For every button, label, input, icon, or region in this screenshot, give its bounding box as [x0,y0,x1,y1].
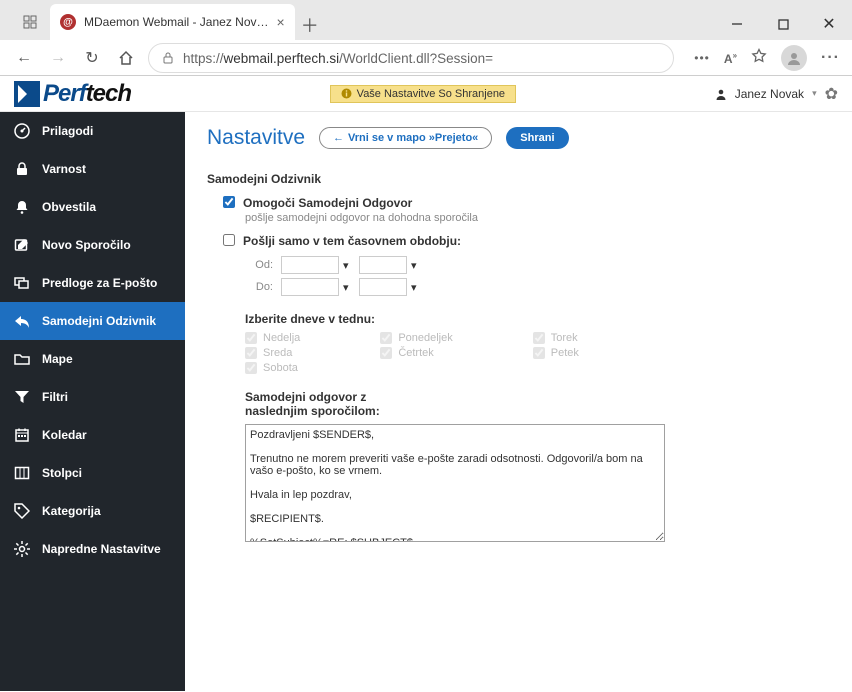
enable-hint: pošlje samodejni odgovor na dohodna spor… [245,212,830,224]
autoresponder-message-textarea[interactable] [245,424,665,542]
sidebar-item-prilagodi[interactable]: Prilagodi [0,112,185,150]
window-maximize-button[interactable] [760,8,806,40]
favicon-icon: @ [60,14,76,30]
message-label: Samodejni odgovor z naslednjim sporočilo… [245,390,425,418]
from-date-input[interactable] [281,256,339,274]
from-label: Od: [245,259,273,271]
dashboard-icon [14,123,30,139]
to-time-dropdown-icon[interactable]: ▾ [411,281,423,294]
back-to-inbox-button[interactable]: ← Vrni se v mapo »Prejeto« [319,127,492,149]
profile-avatar-icon[interactable] [781,45,807,71]
app-logo[interactable]: Perftech [14,80,131,108]
user-name-label[interactable]: Janez Novak [735,87,804,101]
logo-icon [14,81,40,107]
templates-icon [14,275,30,291]
arrow-left-icon: ← [333,132,344,144]
browser-menu-icon[interactable]: ··· [821,49,840,67]
day-fri-checkbox[interactable]: Petek [533,347,579,359]
day-tue-checkbox[interactable]: Torek [533,332,579,344]
window-close-button[interactable]: ✕ [806,8,852,40]
sidebar-item-predloge[interactable]: Predloge za E-pošto [0,264,185,302]
page-title: Nastavitve [207,126,305,150]
browser-tab[interactable]: @ MDaemon Webmail - Janez Nov… × [50,4,295,40]
to-time-input[interactable] [359,278,407,296]
settings-saved-notice: Vaše Nastavitve So Shranjene [330,85,516,103]
sidebar-item-koledar[interactable]: Koledar [0,416,185,454]
user-menu-caret[interactable]: ▾ [812,88,817,99]
settings-gear-icon[interactable]: ✿ [825,84,838,104]
sidebar-item-mape[interactable]: Mape [0,340,185,378]
from-time-dropdown-icon[interactable]: ▾ [411,259,423,272]
read-aloud-icon[interactable]: A» [724,51,737,66]
sidebar: Prilagodi Varnost Obvestila Novo Sporoči… [0,76,185,691]
sidebar-item-stolpci[interactable]: Stolpci [0,454,185,492]
time-range-checkbox[interactable]: Pošlji samo v tem časovnem obdobju: [223,234,830,248]
days-label: Izberite dneve v tednu: [245,312,830,326]
url-bar[interactable]: https://webmail.perftech.si/WorldClient.… [148,43,674,73]
nav-home-button[interactable] [114,46,138,70]
bell-icon [14,199,30,215]
more-options-icon[interactable]: ••• [694,51,710,65]
sidebar-item-napredne[interactable]: Napredne Nastavitve [0,530,185,568]
day-sun-checkbox[interactable]: Nedelja [245,332,300,344]
url-text: https://webmail.perftech.si/WorldClient.… [183,51,493,66]
save-button[interactable]: Shrani [506,127,568,149]
favorites-icon[interactable] [751,48,767,69]
calendar-icon [14,427,30,443]
tab-title: MDaemon Webmail - Janez Nov… [84,15,269,29]
enable-autoresponder-checkbox[interactable]: Omogoči Samodejni Odgovor [223,196,830,210]
compose-icon [14,237,30,253]
day-wed-checkbox[interactable]: Sreda [245,347,300,359]
new-tab-button[interactable]: ＋ [295,10,325,40]
columns-icon [14,465,30,481]
to-date-dropdown-icon[interactable]: ▾ [343,281,355,294]
sidebar-item-kategorija[interactable]: Kategorija [0,492,185,530]
day-sat-checkbox[interactable]: Sobota [245,362,300,374]
day-thu-checkbox[interactable]: Četrtek [380,347,452,359]
user-icon [715,88,727,100]
section-title: Samodejni Odzivnik [207,172,830,186]
advanced-icon [14,541,30,557]
folder-icon [14,351,30,367]
sidebar-item-obvestila[interactable]: Obvestila [0,188,185,226]
from-date-dropdown-icon[interactable]: ▾ [343,259,355,272]
filter-icon [14,389,30,405]
to-label: Do: [245,281,273,293]
window-minimize-button[interactable] [714,8,760,40]
tab-close-button[interactable]: × [277,14,285,30]
from-time-input[interactable] [359,256,407,274]
sidebar-item-novo-sporocilo[interactable]: Novo Sporočilo [0,226,185,264]
nav-forward-button: → [46,46,70,70]
tab-list-button[interactable] [10,4,50,40]
lock-icon [14,161,30,177]
nav-back-button[interactable]: ← [12,46,36,70]
sidebar-item-varnost[interactable]: Varnost [0,150,185,188]
lock-icon [161,51,175,65]
sidebar-item-filtri[interactable]: Filtri [0,378,185,416]
sidebar-item-samodejni-odzivnik[interactable]: Samodejni Odzivnik [0,302,185,340]
info-icon [341,88,352,99]
nav-refresh-button[interactable]: ↻ [80,46,104,70]
to-date-input[interactable] [281,278,339,296]
day-mon-checkbox[interactable]: Ponedeljek [380,332,452,344]
tag-icon [14,503,30,519]
reply-icon [14,313,30,329]
